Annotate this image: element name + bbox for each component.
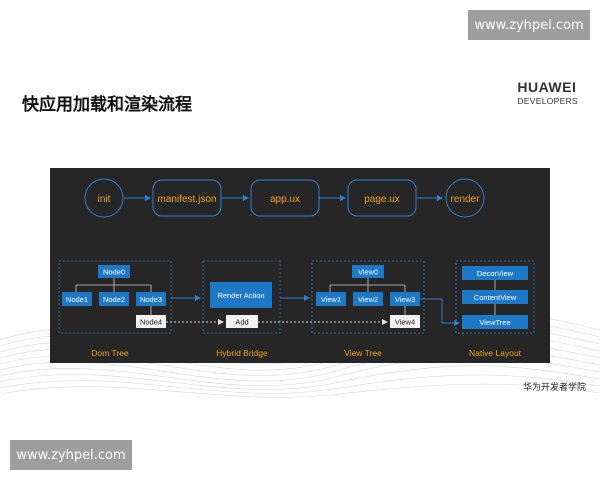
view-node-2-label: View2 (358, 295, 378, 304)
native-contentview-label: ContentView (474, 293, 517, 302)
view-node-0-label: View0 (358, 268, 378, 277)
view-tree-label: View Tree (344, 348, 382, 358)
brand-line2: DEVELOPERS (517, 96, 578, 106)
huawei-developers-logo: HUAWEI DEVELOPERS (517, 79, 578, 107)
dom-tree-label: Dom Tree (91, 348, 129, 358)
add-op-label: Add (235, 318, 248, 327)
view-node-4-label: View4 (395, 318, 415, 327)
native-layout-label: Native Layout (469, 348, 522, 358)
dom-node-0-label: Node0 (103, 268, 125, 277)
brand-line1: HUAWEI (517, 79, 577, 95)
view-node-1-label: View1 (321, 295, 341, 304)
pipeline-label: init (98, 194, 111, 205)
pipeline-app-ux: app.ux (250, 179, 320, 217)
pipeline-label: manifest.json (158, 194, 217, 205)
footer-academy-text: 华为开发者学院 (522, 383, 586, 393)
dom-node-3-label: Node3 (140, 295, 162, 304)
pipeline-init: init (84, 178, 124, 218)
view3-to-native-arrow (420, 298, 460, 326)
pipeline-label: render (451, 194, 481, 205)
watermark-bottom: www.zyhpel.com (10, 440, 132, 470)
pipeline-render: render (445, 178, 485, 218)
pipeline-page-ux: page.ux (347, 179, 417, 217)
pipeline-manifest: manifest.json (152, 179, 222, 217)
hybrid-bridge-label: Hybrid Bridge (216, 348, 268, 358)
native-decorview-label: DecorView (477, 269, 514, 278)
view-tree-group: View0 View1 View2 View3 View4 View Tree (311, 260, 425, 358)
dom-node-4-label: Node4 (140, 318, 162, 327)
dom-node-2-label: Node2 (103, 295, 125, 304)
watermark-top: www.zyhpel.com (468, 10, 590, 40)
dom-tree-group: Node0 Node1 Node2 Node3 Node4 Dom Tree (58, 260, 172, 358)
pipeline-label: page.ux (364, 194, 400, 205)
rendering-flow-diagram: init manifest.json app.ux page.ux render (50, 168, 550, 363)
view-node-3-label: View3 (395, 295, 415, 304)
dom-node-1-label: Node1 (66, 295, 88, 304)
pipeline-label: app.ux (270, 194, 300, 205)
native-layout-group: DecorView ContentView ViewTree Native La… (455, 260, 535, 358)
native-viewtree-label: ViewTree (479, 318, 510, 327)
hybrid-bridge-group: Render Action Add Hybrid Bridge (202, 260, 281, 358)
slide-title: 快应用加载和渲染流程 (22, 95, 192, 115)
render-action-label: Render Action (217, 291, 264, 300)
